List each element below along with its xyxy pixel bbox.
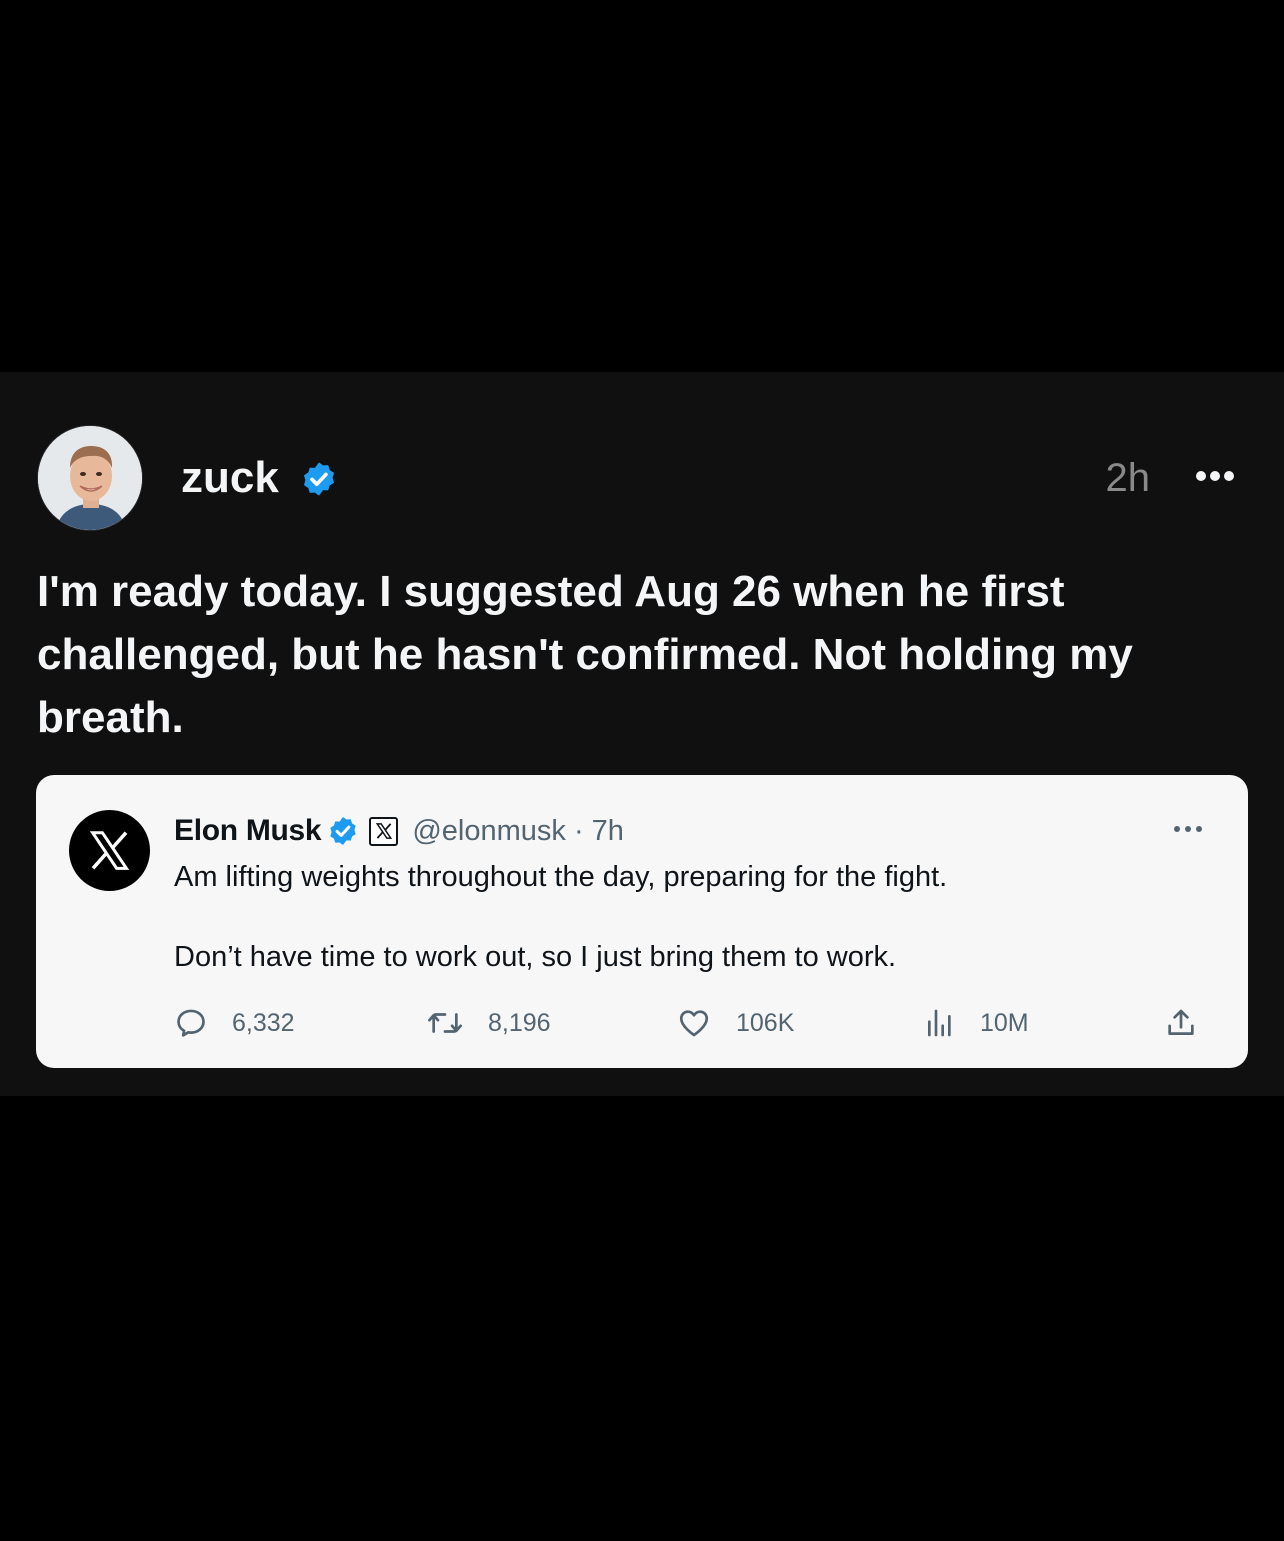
quoted-text-line-1: Am lifting weights throughout the day, p… bbox=[174, 861, 948, 893]
quoted-handle-time[interactable]: @elonmusk · 7h bbox=[412, 815, 624, 848]
reply-count: 6,332 bbox=[232, 1008, 295, 1037]
like-count: 106K bbox=[736, 1008, 795, 1037]
quoted-tweet-card[interactable]: Elon Musk @elonmusk · 7h Am lifting weig… bbox=[36, 775, 1248, 1068]
thread-post: zuck 2h I'm ready today. I suggested Aug… bbox=[0, 372, 1284, 1096]
repost-count: 8,196 bbox=[488, 1008, 551, 1037]
repost-icon bbox=[428, 1013, 462, 1033]
screen: zuck 2h I'm ready today. I suggested Aug… bbox=[0, 0, 1284, 1541]
share-button[interactable] bbox=[1164, 1003, 1198, 1043]
quoted-text-line-2: Don’t have time to work out, so I just b… bbox=[174, 941, 897, 973]
quoted-action-bar: 6,332 8,196 106K 10M bbox=[174, 1003, 1214, 1043]
quoted-avatar[interactable] bbox=[69, 810, 150, 891]
verified-badge-icon bbox=[303, 462, 335, 496]
profile-avatar[interactable] bbox=[37, 425, 143, 531]
views-count: 10M bbox=[980, 1008, 1029, 1037]
x-logo-icon bbox=[89, 831, 130, 870]
views-button[interactable]: 10M bbox=[924, 1003, 1029, 1043]
heart-icon bbox=[679, 1010, 709, 1037]
quoted-author-name[interactable]: Elon Musk bbox=[174, 814, 322, 848]
more-options-icon[interactable] bbox=[1194, 469, 1236, 483]
reply-icon bbox=[177, 1009, 205, 1037]
quoted-header: Elon Musk @elonmusk · 7h bbox=[174, 811, 624, 851]
profile-avatar-image bbox=[38, 426, 142, 530]
repost-button[interactable]: 8,196 bbox=[426, 1003, 551, 1043]
post-username[interactable]: zuck bbox=[181, 452, 279, 504]
like-button[interactable]: 106K bbox=[676, 1003, 794, 1043]
post-text: I'm ready today. I suggested Aug 26 when… bbox=[37, 567, 1146, 742]
views-icon bbox=[928, 1009, 951, 1037]
quoted-tweet-text: Am lifting weights throughout the day, p… bbox=[174, 857, 1214, 977]
share-icon bbox=[1168, 1009, 1194, 1035]
verified-badge-icon bbox=[330, 817, 356, 845]
quoted-more-options-icon[interactable] bbox=[1173, 825, 1203, 833]
post-timestamp: 2h bbox=[1105, 456, 1151, 500]
affiliate-x-badge-icon bbox=[369, 816, 399, 846]
reply-button[interactable]: 6,332 bbox=[174, 1003, 295, 1043]
